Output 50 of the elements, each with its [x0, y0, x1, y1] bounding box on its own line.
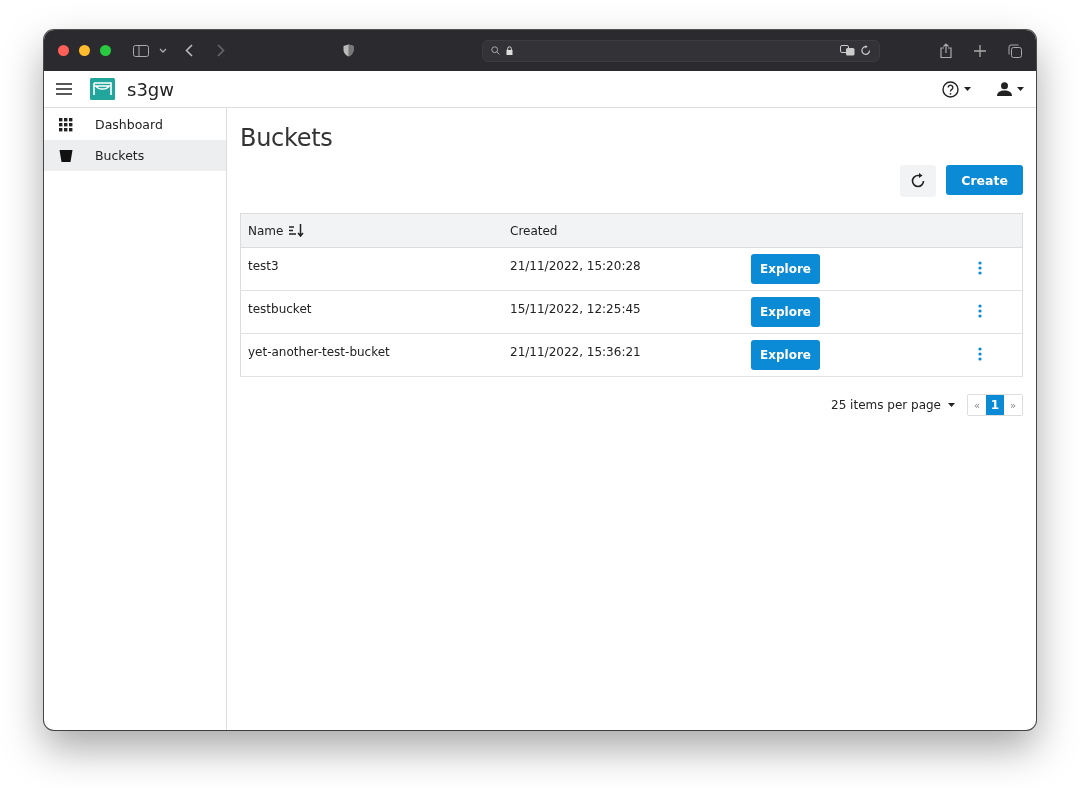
refresh-button[interactable]: [900, 165, 937, 197]
sidebar-item[interactable]: Buckets: [44, 140, 226, 171]
explore-button[interactable]: Explore: [751, 297, 820, 327]
column-header[interactable]: Created: [510, 223, 558, 238]
help-icon: [942, 80, 959, 98]
close-window-button[interactable]: [58, 45, 69, 56]
page-button[interactable]: 1: [986, 395, 1004, 415]
create-button[interactable]: Create: [946, 165, 1023, 195]
back-icon[interactable]: [185, 44, 193, 57]
caret-icon: [964, 87, 971, 91]
caret-icon: [948, 403, 955, 407]
user-menu[interactable]: [997, 82, 1024, 96]
grid-icon: [59, 117, 73, 132]
search-icon: [491, 46, 500, 55]
user-icon: [997, 82, 1012, 96]
created-date: 21/11/2022, 15:20:28: [510, 259, 641, 273]
bucket-icon: [59, 148, 73, 163]
maximize-window-button[interactable]: [100, 45, 111, 56]
more-options-icon[interactable]: [978, 303, 982, 318]
created-date: 21/11/2022, 15:36:21: [510, 345, 641, 359]
more-options-icon[interactable]: [978, 260, 982, 275]
forward-icon[interactable]: [217, 44, 225, 57]
sidebar-toggle-icon[interactable]: [133, 44, 149, 57]
more-options-icon[interactable]: [978, 346, 982, 361]
created-date: 15/11/2022, 12:25:45: [510, 302, 641, 316]
chevron-down-icon[interactable]: [159, 48, 167, 53]
explore-button[interactable]: Explore: [751, 254, 820, 284]
sidebar-item[interactable]: Dashboard: [44, 109, 226, 140]
explore-button[interactable]: Explore: [751, 340, 820, 370]
caret-icon: [1017, 87, 1024, 91]
lock-icon: [506, 46, 513, 55]
shield-icon[interactable]: [343, 44, 354, 57]
page-size-dropdown[interactable]: 25 items per page: [831, 398, 955, 412]
refresh-icon: [910, 173, 927, 189]
reload-icon[interactable]: [861, 45, 871, 56]
sort-icon[interactable]: [289, 224, 306, 237]
translate-icon[interactable]: [840, 45, 855, 56]
tabs-overview-icon[interactable]: [1008, 43, 1022, 58]
bucket-name: yet-another-test-bucket: [248, 345, 390, 359]
minimize-window-button[interactable]: [79, 45, 90, 56]
logo-icon: [90, 78, 115, 100]
share-icon[interactable]: [940, 43, 952, 58]
menu-icon[interactable]: [56, 83, 72, 95]
bucket-name: testbucket: [248, 302, 312, 316]
bucket-name: test3: [248, 259, 279, 273]
column-header[interactable]: Name: [248, 223, 306, 238]
page-title: Buckets: [240, 124, 334, 152]
plus-icon[interactable]: [974, 44, 986, 57]
app-name: s3gw: [127, 78, 174, 100]
help-menu[interactable]: [942, 80, 971, 98]
